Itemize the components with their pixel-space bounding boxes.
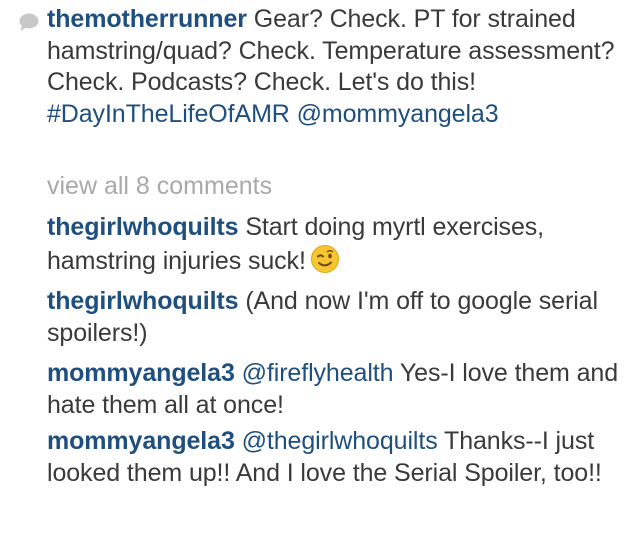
caption-hashtag[interactable]: #DayInTheLifeOfAMR	[47, 100, 290, 128]
comment-username[interactable]: mommyangela3	[47, 359, 235, 387]
comment-item: mommyangela3 @thegirlwhoquilts Thanks--I…	[47, 426, 632, 489]
view-all-comments-link[interactable]: view all 8 comments	[47, 171, 272, 203]
comment-item: mommyangela3 @fireflyhealth Yes-I love t…	[47, 358, 632, 421]
comment-username[interactable]: thegirlwhoquilts	[47, 287, 239, 315]
speech-bubble-icon	[19, 13, 39, 31]
caption-mention[interactable]: @mommyangela3	[297, 100, 499, 128]
caption-username[interactable]: themotherrunner	[47, 5, 247, 33]
comment-username[interactable]: thegirlwhoquilts	[47, 213, 239, 241]
comment-username[interactable]: mommyangela3	[47, 427, 235, 455]
comment-mention[interactable]: @thegirlwhoquilts	[242, 427, 438, 455]
winking-face-emoji-icon	[310, 244, 339, 273]
comments-feed: themotherrunner Gear? Check. PT for stra…	[0, 0, 640, 535]
comment-mention[interactable]: @fireflyhealth	[242, 359, 394, 387]
comment-item: thegirlwhoquilts Start doing myrtl exerc…	[47, 212, 632, 277]
comment-item: thegirlwhoquilts (And now I'm off to goo…	[47, 286, 632, 349]
post-caption: themotherrunner Gear? Check. PT for stra…	[47, 4, 632, 130]
